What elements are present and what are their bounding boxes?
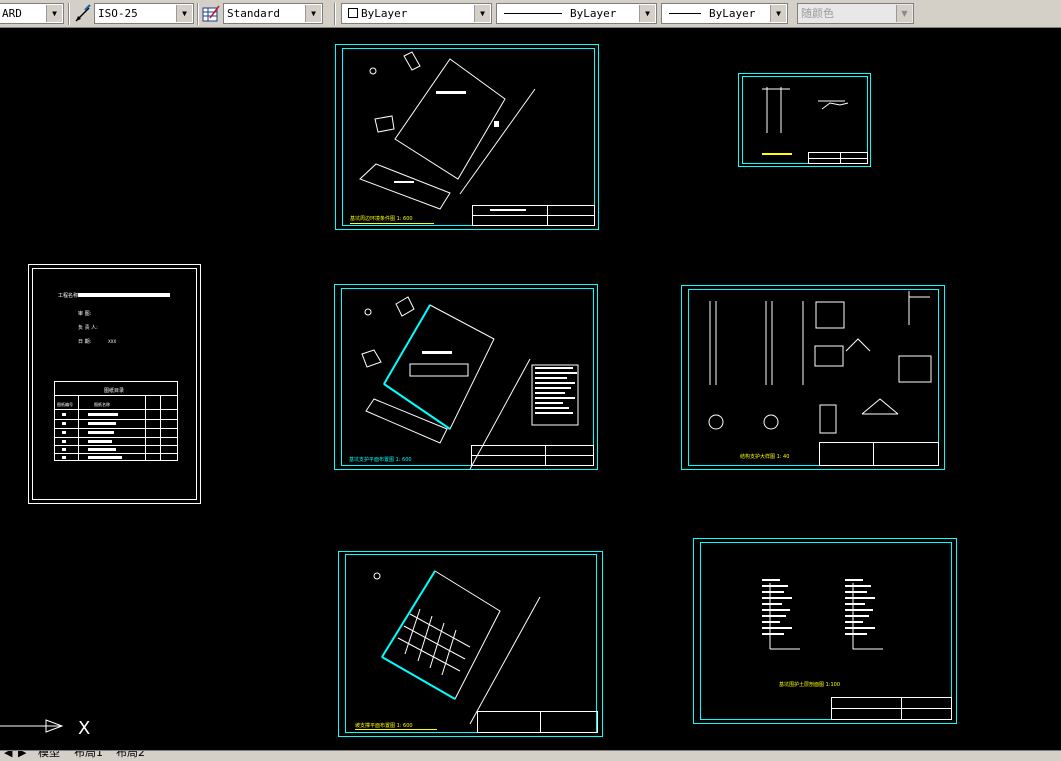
linetype-preview-icon — [504, 13, 562, 14]
properties-toolbar: ARD ▼ ISO-25 ▼ Standard ▼ ByLayer ▼ ByLa… — [0, 0, 1061, 28]
cover-field-owner: 负 责 人: — [78, 324, 98, 331]
ucs-icon: X — [0, 718, 90, 739]
lineweight-combo[interactable]: ByLayer ▼ — [661, 3, 788, 24]
cover-field-review: 审 图: — [78, 310, 92, 317]
chevron-down-icon[interactable]: ▼ — [474, 5, 490, 22]
plot-style-combo[interactable]: 随颜色 ▼ — [797, 3, 914, 24]
layout-tab-bar: ◀ ▶ 模型 布局1 布局2 — [0, 750, 1061, 761]
dim-style-value: ISO-25 — [98, 7, 138, 20]
sheet-support-plan-title: 基坑支护平面布置图 1: 600 — [349, 456, 412, 463]
scroll-first-icon[interactable]: ◀ — [4, 751, 12, 758]
cover-project-label: 工程名称: — [58, 292, 80, 299]
chevron-down-icon[interactable]: ▼ — [46, 5, 62, 22]
color-value: ByLayer — [361, 7, 408, 20]
chevron-down-icon[interactable]: ▼ — [305, 5, 321, 22]
table-style-combo[interactable]: Standard ▼ — [223, 3, 323, 24]
index-header-name: 图纸名称 — [94, 401, 110, 407]
cover-date-value: XXX — [108, 339, 116, 344]
sheet-structure-details[interactable]: 结构支护大样图 1: 40 — [681, 285, 945, 470]
sheet-bracing-plan[interactable]: 坡支撑平面布置图 1: 600 — [338, 551, 603, 737]
text-style-combo[interactable]: ARD ▼ — [0, 3, 64, 24]
dim-style-combo[interactable]: ISO-25 ▼ — [94, 3, 194, 24]
toolbar-separator — [68, 3, 70, 25]
sheet-support-plan[interactable]: 基坑支护平面布置图 1: 600 — [334, 284, 598, 470]
tab-layout2[interactable]: 布局2 — [116, 751, 145, 758]
chevron-down-icon[interactable]: ▼ — [770, 5, 786, 22]
table-style-value: Standard — [227, 7, 280, 20]
tab-layout1[interactable]: 布局1 — [74, 751, 103, 758]
text-style-value: ARD — [2, 7, 22, 20]
scroll-last-icon[interactable]: ▶ — [18, 751, 26, 758]
chevron-down-icon[interactable]: ▼ — [639, 5, 655, 22]
plot-style-value: 随颜色 — [801, 7, 834, 20]
sheet-bracing-plan-title: 坡支撑平面布置图 1: 600 — [355, 722, 413, 729]
linetype-value: ByLayer — [570, 7, 617, 20]
index-header-no: 图纸编号 — [57, 401, 73, 407]
index-title: 图纸目录 — [104, 387, 124, 394]
toolbar-separator — [334, 3, 336, 25]
cover-field-date: 日 期: — [78, 339, 92, 345]
chevron-down-icon[interactable]: ▼ — [176, 5, 192, 22]
sheet-structure-details-title: 结构支护大样图 1: 40 — [740, 453, 789, 460]
sheet-site-plan-title: 基坑周边环境条件图 1: 600 — [350, 215, 413, 222]
ucs-x-label: X — [78, 718, 90, 739]
dimension-style-icon[interactable] — [73, 4, 93, 24]
color-combo[interactable]: ByLayer ▼ — [341, 3, 492, 24]
sheet-sections-title: 基坑围护土层剖面图 1:100 — [779, 681, 840, 688]
lineweight-preview-icon — [669, 13, 701, 14]
sheet-site-plan[interactable]: 基坑周边环境条件图 1: 600 — [335, 44, 599, 230]
lineweight-value: ByLayer — [709, 7, 756, 20]
cover-sheet[interactable]: 工程名称: 审 图: 负 责 人: 日 期: XXX 图纸目录 图纸编号 图纸名… — [28, 264, 201, 504]
chevron-down-icon[interactable]: ▼ — [896, 5, 912, 22]
color-swatch-icon — [348, 8, 358, 18]
tab-model[interactable]: 模型 — [38, 751, 60, 758]
table-style-icon[interactable] — [201, 4, 221, 24]
toolbar-separator — [197, 3, 199, 25]
sheet-sections[interactable]: 基坑围护土层剖面图 1:100 — [693, 538, 957, 724]
drawing-canvas[interactable]: 工程名称: 审 图: 负 责 人: 日 期: XXX 图纸目录 图纸编号 图纸名… — [0, 29, 1061, 750]
sheet-small-detail[interactable] — [738, 73, 871, 167]
linetype-combo[interactable]: ByLayer ▼ — [496, 3, 657, 24]
